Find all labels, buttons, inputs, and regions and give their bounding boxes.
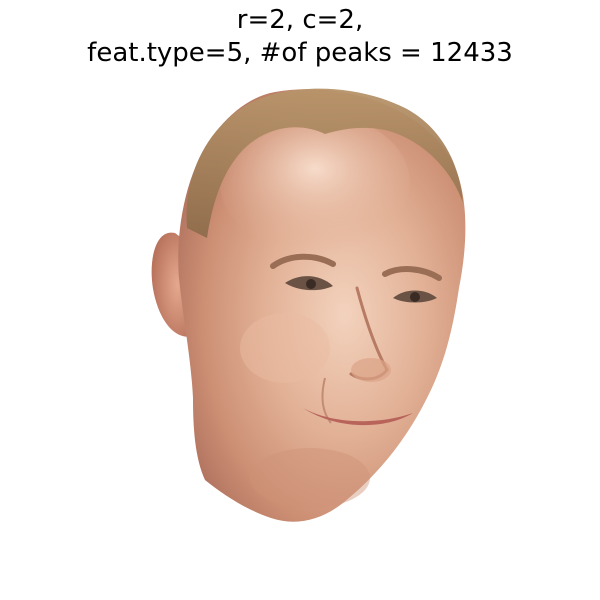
right-eye-pupil [410,292,420,302]
chin [250,448,370,508]
figure-canvas: r=2, c=2, feat.type=5, #of peaks = 12433 [0,0,600,600]
image-panel [75,78,540,538]
figure-title: r=2, c=2, feat.type=5, #of peaks = 12433 [0,4,600,70]
left-cheek [240,313,330,383]
nose-tip [351,358,391,382]
left-eye-pupil [306,279,316,289]
title-line-2: feat.type=5, #of peaks = 12433 [87,38,513,68]
title-line-1: r=2, c=2, [236,5,364,35]
face-portrait [151,88,466,522]
